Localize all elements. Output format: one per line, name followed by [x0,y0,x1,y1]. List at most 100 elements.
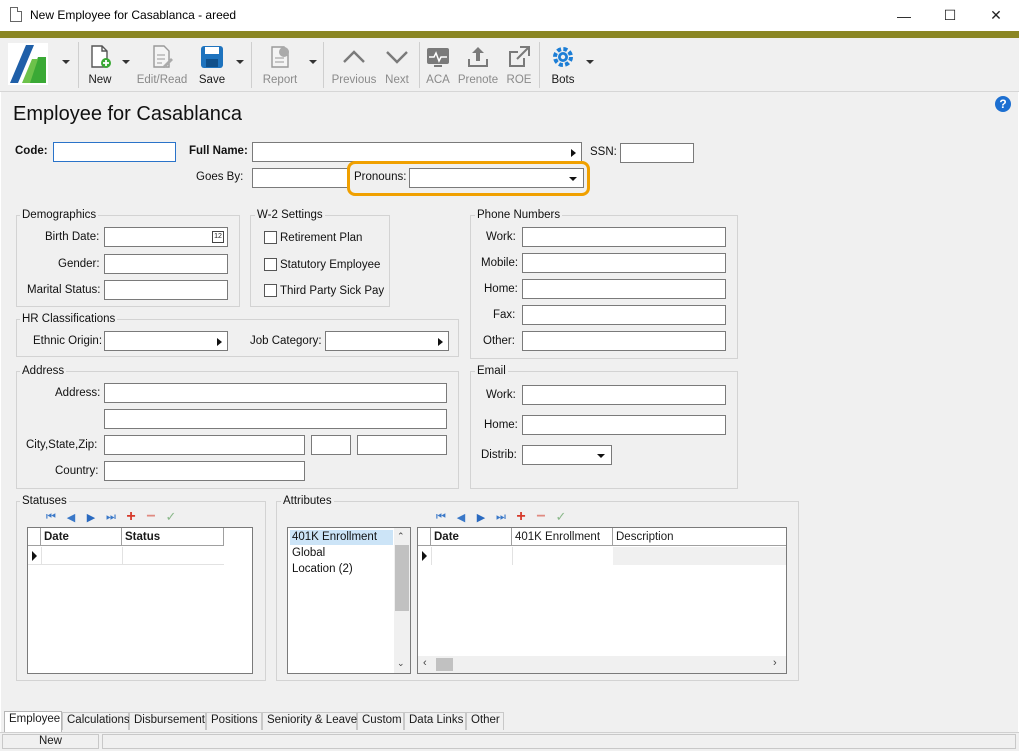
minimize-button[interactable]: — [881,0,927,31]
close-button[interactable]: ✕ [973,0,1019,31]
state-input[interactable] [311,435,351,455]
country-input[interactable] [104,461,305,481]
birth-date-input[interactable]: 12 [104,227,228,247]
last-record-icon[interactable]: ⏭ [104,510,118,524]
gender-label: Gender: [58,258,100,270]
statutory-employee-checkbox[interactable] [264,258,277,271]
delete-record-icon[interactable]: − [144,508,158,525]
goes-by-input[interactable] [252,168,348,188]
previous-button[interactable]: Previous [330,38,378,92]
next-record-icon[interactable]: ▶ [84,510,98,524]
new-menu-chevron-icon[interactable] [122,60,130,64]
ssn-input[interactable] [620,143,694,163]
next-button[interactable]: Next [382,38,412,92]
first-record-icon[interactable]: ⏮ [44,510,58,524]
column-header-status[interactable]: Status [122,528,224,546]
scroll-up-icon[interactable]: ⌃ [397,531,405,542]
add-record-icon[interactable]: + [514,508,528,525]
scroll-right-icon[interactable]: › [773,657,777,669]
scroll-left-icon[interactable]: ‹ [423,657,427,669]
distrib-dropdown[interactable] [522,445,612,465]
phone-mobile-input[interactable] [522,253,726,273]
aca-button[interactable]: ACA [424,38,452,92]
tab-seniority-leave[interactable]: Seniority & Leave [262,712,357,730]
ethnic-origin-input[interactable] [104,331,228,351]
city-input[interactable] [104,435,305,455]
goes-by-label: Goes By: [196,171,244,183]
roe-button[interactable]: ROE [504,38,534,92]
gender-dropdown[interactable] [104,254,228,274]
help-icon[interactable]: ? [995,96,1011,112]
calendar-icon[interactable]: 12 [212,231,224,243]
add-record-icon[interactable]: + [124,508,138,525]
logo-menu-chevron-icon[interactable] [62,60,70,64]
list-item[interactable]: Global [292,547,325,559]
report-menu-chevron-icon[interactable] [309,60,317,64]
tab-other[interactable]: Other [466,712,504,730]
report-button[interactable]: Report [260,38,300,92]
third-party-sick-pay-checkbox[interactable] [264,284,277,297]
list-scrollbar[interactable]: ⌃ ⌄ [394,528,410,673]
table-row[interactable] [28,547,224,565]
email-home-input[interactable] [522,415,726,435]
column-header-date[interactable]: Date [41,528,122,546]
cell-divider [431,547,432,565]
tab-data-links[interactable]: Data Links [404,712,466,730]
bots-menu-chevron-icon[interactable] [586,60,594,64]
last-record-icon[interactable]: ⏭ [494,510,508,524]
bots-button[interactable]: Bots [548,38,578,92]
scrollbar-thumb[interactable] [436,658,453,671]
previous-record-icon[interactable]: ◀ [64,510,78,524]
grid-horizontal-scrollbar[interactable]: ‹ › [418,656,786,673]
toolbar-separator [419,42,420,88]
previous-record-icon[interactable]: ◀ [454,510,468,524]
chevron-right-icon[interactable] [438,338,443,346]
delete-record-icon[interactable]: − [534,508,548,525]
maximize-button[interactable]: ☐ [927,0,973,31]
full-name-input[interactable] [252,142,582,162]
zip-input[interactable] [357,435,447,455]
phone-other-input[interactable] [522,331,726,351]
pronouns-dropdown[interactable] [409,168,584,188]
edit-read-button[interactable]: Edit/Read [136,38,188,92]
chevron-right-icon[interactable] [217,338,222,346]
retirement-plan-checkbox[interactable] [264,231,277,244]
save-menu-chevron-icon[interactable] [236,60,244,64]
phone-home-input[interactable] [522,279,726,299]
column-header-401k[interactable]: 401K Enrollment [512,528,613,546]
job-category-input[interactable] [325,331,449,351]
tab-custom[interactable]: Custom [357,712,404,730]
attributes-grid[interactable]: Date 401K Enrollment Description ‹ › [417,527,787,674]
floppy-disk-icon [199,44,225,70]
prenote-button[interactable]: Prenote [456,38,500,92]
email-work-input[interactable] [522,385,726,405]
save-button[interactable]: Save [196,38,228,92]
first-record-icon[interactable]: ⏮ [434,510,448,524]
app-logo-icon[interactable] [8,43,48,85]
column-header-date[interactable]: Date [431,528,512,546]
post-record-icon[interactable]: ✓ [554,509,568,524]
tab-calculations[interactable]: Calculations [62,712,130,730]
marital-status-dropdown[interactable] [104,280,228,300]
address-line2-input[interactable] [104,409,447,429]
chevron-right-icon[interactable] [571,149,576,157]
list-item[interactable]: Location (2) [292,563,353,575]
description-cell [613,547,786,565]
table-row[interactable] [418,547,786,565]
code-input[interactable] [53,142,176,162]
tab-disbursement[interactable]: Disbursement [129,712,206,730]
address-line1-input[interactable] [104,383,447,403]
attributes-list[interactable]: 401K Enrollment Global Location (2) ⌃ ⌄ [287,527,411,674]
new-button[interactable]: New [84,38,116,92]
phone-work-input[interactable] [522,227,726,247]
list-item[interactable]: 401K Enrollment [292,531,377,543]
statuses-grid[interactable]: Date Status [27,527,253,674]
scroll-down-icon[interactable]: ⌄ [397,658,405,669]
post-record-icon[interactable]: ✓ [164,509,178,524]
phone-fax-input[interactable] [522,305,726,325]
next-record-icon[interactable]: ▶ [474,510,488,524]
tab-employee[interactable]: Employee [4,711,62,732]
tab-positions[interactable]: Positions [206,712,262,730]
column-header-description[interactable]: Description [613,528,786,546]
scrollbar-thumb[interactable] [395,545,409,611]
